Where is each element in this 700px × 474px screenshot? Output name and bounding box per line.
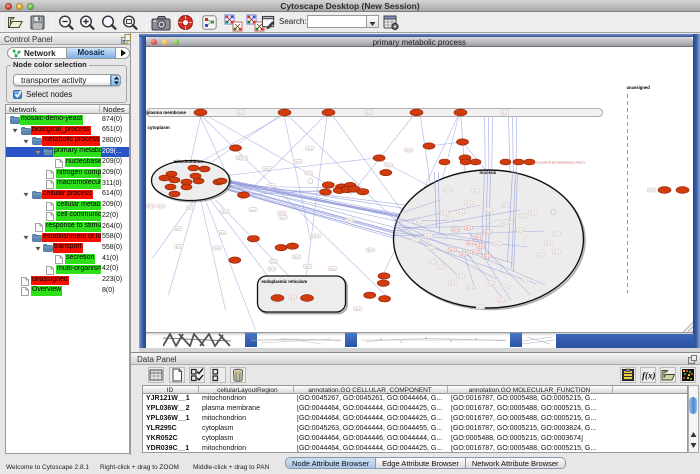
svg-text:(tx t): (tx t) [365, 111, 371, 115]
svg-text:(tx t): (tx t) [147, 204, 153, 208]
svg-text:(tx t): (tx t) [484, 230, 490, 234]
svg-text:(tx t): (tx t) [175, 245, 181, 249]
svg-text:(tx t): (tx t) [174, 227, 180, 231]
svg-text:(tx t): (tx t) [529, 211, 535, 215]
svg-text:[GO:0016070] [GO:0044238] [GO:: [GO:0016070] [GO:0044238] [GO:44217] [533, 160, 584, 164]
svg-text:(tx t): (tx t) [483, 254, 489, 258]
svg-text:(tx t): (tx t) [449, 248, 455, 252]
svg-text:(tx t): (tx t) [467, 285, 473, 289]
svg-text:(tx t): (tx t) [446, 217, 452, 221]
svg-text:(tx t): (tx t) [648, 188, 654, 192]
svg-text:(tx t): (tx t) [347, 218, 353, 222]
svg-text:(tx t): (tx t) [520, 214, 526, 218]
svg-text:(tx t): (tx t) [250, 208, 256, 212]
svg-text:(tx t): (tx t) [444, 188, 450, 192]
svg-text:(tx t): (tx t) [457, 274, 463, 278]
svg-text:(tx t): (tx t) [449, 281, 455, 285]
svg-text:(tx t): (tx t) [452, 228, 458, 232]
svg-text:(tx t): (tx t) [477, 244, 483, 248]
svg-text:plasma membrane: plasma membrane [146, 110, 186, 115]
svg-text:(tx t): (tx t) [441, 211, 447, 215]
svg-text:(tx t): (tx t) [501, 111, 507, 115]
svg-text:(tx t): (tx t) [304, 265, 310, 269]
svg-text:(tx t): (tx t) [405, 148, 411, 152]
svg-text:(tx t): (tx t) [553, 250, 559, 254]
svg-text:(tx t): (tx t) [264, 167, 270, 171]
svg-text:mitochondrion: mitochondrion [173, 159, 203, 164]
svg-text:(tx t): (tx t) [517, 228, 523, 232]
svg-text:(tx t): (tx t) [237, 111, 243, 115]
svg-text:(tx t): (tx t) [415, 220, 421, 224]
svg-text:(tx t): (tx t) [537, 253, 543, 257]
svg-text:(tx t): (tx t) [437, 265, 443, 269]
svg-text:(tx t): (tx t) [487, 281, 493, 285]
svg-text:(tx t): (tx t) [158, 204, 164, 208]
svg-text:(tx t): (tx t) [494, 242, 500, 246]
svg-text:(tx t): (tx t) [460, 252, 466, 256]
svg-text:(tx t): (tx t) [553, 232, 559, 236]
svg-text:endoplasmic reticulum: endoplasmic reticulum [261, 279, 307, 284]
svg-text:(tx t): (tx t) [502, 285, 508, 289]
svg-text:(tx t): (tx t) [472, 189, 478, 193]
svg-text:nucleus: nucleus [479, 170, 496, 175]
svg-text:(tx t): (tx t) [477, 305, 483, 309]
svg-text:(tx t): (tx t) [270, 260, 276, 264]
svg-text:(tx t): (tx t) [485, 208, 491, 212]
svg-text:(tx t): (tx t) [307, 146, 313, 150]
svg-text:(tx t): (tx t) [522, 278, 528, 282]
svg-text:(tx t): (tx t) [367, 248, 373, 252]
svg-text:(tx t): (tx t) [187, 206, 193, 210]
svg-text:(tx t): (tx t) [214, 246, 220, 250]
svg-text:(tx t): (tx t) [289, 295, 295, 299]
svg-text:(tx t): (tx t) [502, 220, 508, 224]
svg-text:(tx t): (tx t) [471, 250, 477, 254]
svg-text:(tx t): (tx t) [222, 209, 228, 213]
svg-text:(tx t): (tx t) [295, 160, 301, 164]
svg-text:(tx t): (tx t) [457, 210, 463, 214]
svg-text:(tx t): (tx t) [219, 231, 225, 235]
svg-text:(tx t): (tx t) [465, 201, 471, 205]
svg-text:f(x): f(x) [642, 371, 655, 381]
svg-text:unassigned: unassigned [626, 85, 650, 90]
svg-text:(tx t): (tx t) [269, 267, 275, 271]
svg-text:(tx t): (tx t) [240, 156, 246, 160]
svg-text:(tx t): (tx t) [497, 298, 503, 302]
svg-text:(tx t): (tx t) [465, 226, 471, 230]
svg-text:(tx t): (tx t) [293, 255, 299, 259]
svg-text:(tx t): (tx t) [427, 246, 433, 250]
svg-text:(tx t): (tx t) [545, 241, 551, 245]
svg-text:(tx t): (tx t) [313, 234, 319, 238]
svg-text:(tx t): (tx t) [329, 267, 335, 271]
svg-text:(tx t): (tx t) [425, 234, 431, 238]
svg-text:(tx t): (tx t) [502, 203, 508, 207]
svg-text:(tx t): (tx t) [429, 260, 435, 264]
svg-text:(tx t): (tx t) [354, 307, 360, 311]
svg-text:(tx t): (tx t) [268, 184, 274, 188]
svg-text:(tx t): (tx t) [412, 238, 418, 242]
svg-text:(tx t): (tx t) [475, 235, 481, 239]
svg-text:cytoplasm: cytoplasm [147, 125, 169, 130]
svg-text:(tx t): (tx t) [280, 215, 286, 219]
svg-text:(tx t): (tx t) [305, 171, 311, 175]
svg-text:(tx t): (tx t) [385, 163, 391, 167]
svg-text:(tx t): (tx t) [467, 241, 473, 245]
